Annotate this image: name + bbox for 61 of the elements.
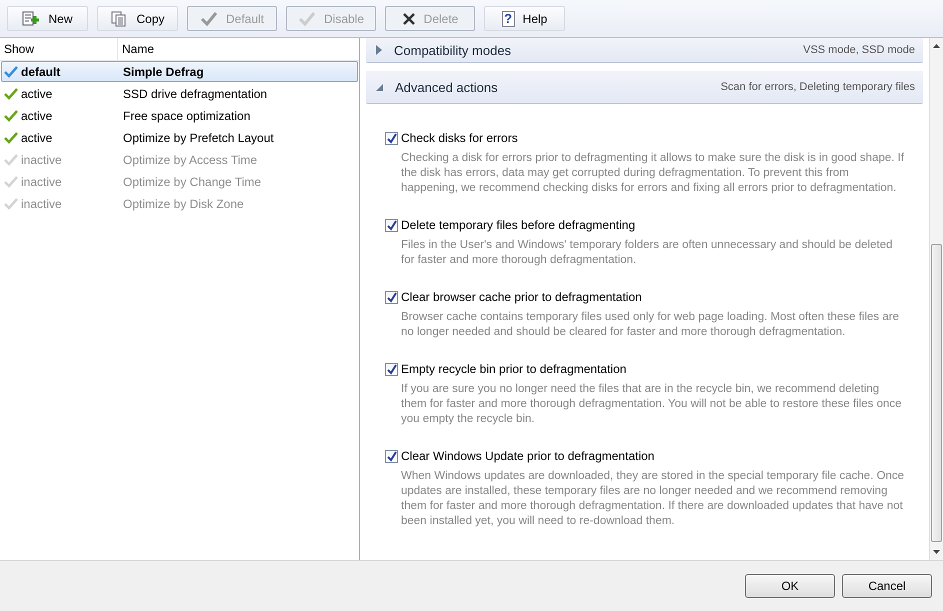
dialog-button[interactable]: OK [745, 574, 835, 598]
option-label: Check disks for errors [401, 131, 518, 145]
option-description: Browser cache contains temporary files used only for web page loading. Most often these files are no longer needed and should be cleared for faster and more thorough defragmentation. [401, 310, 900, 340]
option-label: Empty recycle bin prior to defragmentation [401, 362, 626, 376]
profile-name: Optimize by Disk Zone [123, 196, 244, 210]
status-text: inactive [21, 152, 63, 166]
scroll-up-icon [933, 44, 940, 48]
option-description: Checking a disk for errors prior to defragmenting it allows to make sure the disk is in good shape. If the disk has errors, data may get corrupted during defragmentation. To prevent this from happening, we recommend checking disks for errors and fixing all errors prior to defragmentation. [401, 151, 906, 196]
checkbox[interactable] [385, 450, 398, 462]
checkbox[interactable] [385, 362, 398, 376]
help-icon: ? [502, 10, 515, 26]
check-icon [4, 66, 18, 78]
checkbox[interactable] [385, 290, 398, 304]
status-text: active [21, 86, 54, 100]
scrollbar[interactable] [929, 38, 943, 560]
status-text: active [21, 108, 54, 122]
collapse-arrow-icon [376, 84, 383, 90]
check-icon [200, 10, 218, 26]
toolbar-button[interactable]: Copy [97, 6, 178, 31]
copy-icon [110, 10, 128, 26]
profile-name: Free space optimization [123, 108, 250, 122]
section-header[interactable]: Compatibility modes VSS mode, SSD mode [366, 38, 923, 63]
section-header[interactable]: Advanced actions Scan for errors, Deleting temporary files [366, 71, 923, 104]
scroll-down-icon [933, 550, 940, 554]
check-icon [4, 154, 18, 166]
expand-arrow-icon [376, 45, 382, 55]
status-text: default [21, 64, 62, 78]
profile-name: SSD drive defragmentation [123, 86, 268, 100]
check-icon [4, 198, 18, 210]
check-icon [4, 132, 18, 144]
status-text: inactive [21, 196, 63, 210]
checkbox[interactable] [385, 132, 398, 144]
new-document-icon [22, 10, 40, 26]
option-label: Delete temporary files before defragmenting [401, 218, 636, 232]
option-label: Clear browser cache prior to defragmentation [401, 290, 642, 304]
check-icon [4, 110, 18, 122]
option-label: Clear Windows Update prior to defragmentation [401, 449, 654, 463]
profile-name: Optimize by Prefetch Layout [123, 130, 274, 144]
profile-row[interactable]: active SSD drive defragmentation [1, 83, 358, 104]
check-icon [4, 176, 18, 188]
status-text: inactive [21, 174, 63, 188]
profile-name: Simple Defrag [123, 64, 204, 78]
profile-name: Optimize by Change Time [123, 174, 262, 188]
option-description: Files in the User's and Windows' temporary folders are often unnecessary and should be deleted for faster and more thorough defragmentation. [401, 238, 894, 268]
profile-row[interactable]: active Free space optimization [1, 105, 358, 126]
toolbar-button[interactable]: ? Help [484, 6, 565, 31]
column-header[interactable]: Name [118, 38, 154, 60]
close-icon [402, 12, 416, 26]
toolbar-button[interactable]: New [7, 6, 88, 31]
column-header[interactable]: Show [0, 38, 118, 60]
status-text: active [21, 130, 54, 144]
profile-row[interactable]: active Optimize by Prefetch Layout [1, 127, 358, 148]
check-icon [298, 10, 316, 26]
checkbox[interactable] [385, 218, 398, 232]
option-description: When Windows updates are downloaded, they are stored in the special temporary file cache. Once updates are installed, these temporary files are no longer needed and we recommend removing them for faster and more thorough defragmentation. If there are downloaded updates that have not been installed yet, you will need to re-download them. [401, 469, 906, 529]
check-icon [4, 88, 18, 100]
option-description: If you are sure you no longer need the files that are in the recycle bin, we recommend deleting them for faster and more thorough defragmentation. You will not be able to restore these files once you empty the recycle bin. [401, 382, 903, 427]
dialog-button[interactable]: Cancel [842, 574, 932, 598]
profile-name: Optimize by Access Time [123, 152, 258, 166]
profile-row[interactable]: default Simple Defrag [1, 61, 358, 82]
scrollbar-thumb[interactable] [931, 244, 942, 542]
